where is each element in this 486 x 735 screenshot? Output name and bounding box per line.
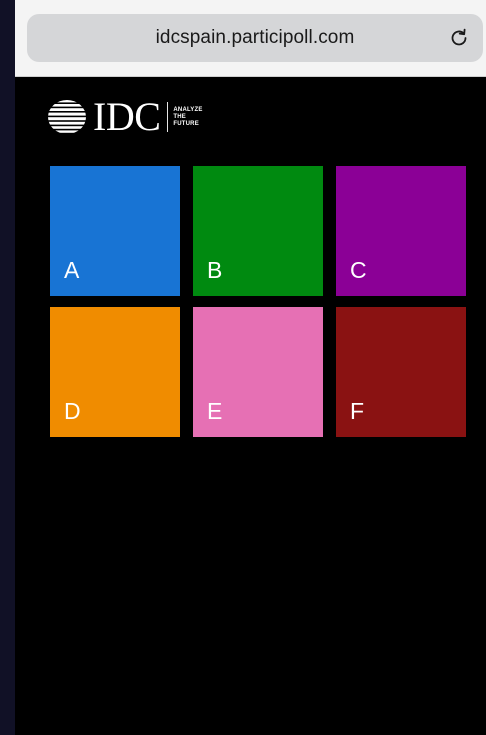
idc-globe-icon [48, 100, 86, 133]
answer-tile-a[interactable]: A [50, 166, 180, 296]
answer-tile-e[interactable]: E [193, 307, 323, 437]
tagline-line: ANALYZE [173, 106, 203, 113]
reload-icon [451, 28, 467, 46]
tile-label: A [64, 257, 80, 283]
answer-tile-c[interactable]: C [336, 166, 466, 296]
tile-label: F [350, 398, 365, 424]
tagline-line: FUTURE [173, 120, 199, 127]
tile-label: C [350, 257, 367, 283]
logo-divider [167, 102, 169, 132]
tile-label: E [207, 398, 223, 424]
address-bar[interactable]: idcspain.participoll.com [27, 14, 483, 62]
reload-button[interactable] [447, 26, 471, 50]
logo-tagline: ANALYZE THE FUTURE [173, 107, 202, 128]
idc-logo: IDC ANALYZE THE FUTURE [47, 97, 203, 137]
answer-tile-b[interactable]: B [193, 166, 323, 296]
answer-tile-f[interactable]: F [336, 307, 466, 437]
tagline-line: THE [173, 113, 186, 120]
device-bezel [0, 0, 15, 735]
tile-label: B [207, 257, 223, 283]
answer-tile-d[interactable]: D [50, 307, 180, 437]
browser-toolbar: idcspain.participoll.com [15, 0, 486, 77]
tile-label: D [64, 398, 81, 424]
page-content: IDC ANALYZE THE FUTURE A B C D E F [15, 77, 486, 735]
logo-wordmark: IDC [93, 94, 161, 139]
url-text[interactable]: idcspain.participoll.com [27, 14, 483, 62]
answer-grid: A B C D E F [50, 166, 466, 437]
